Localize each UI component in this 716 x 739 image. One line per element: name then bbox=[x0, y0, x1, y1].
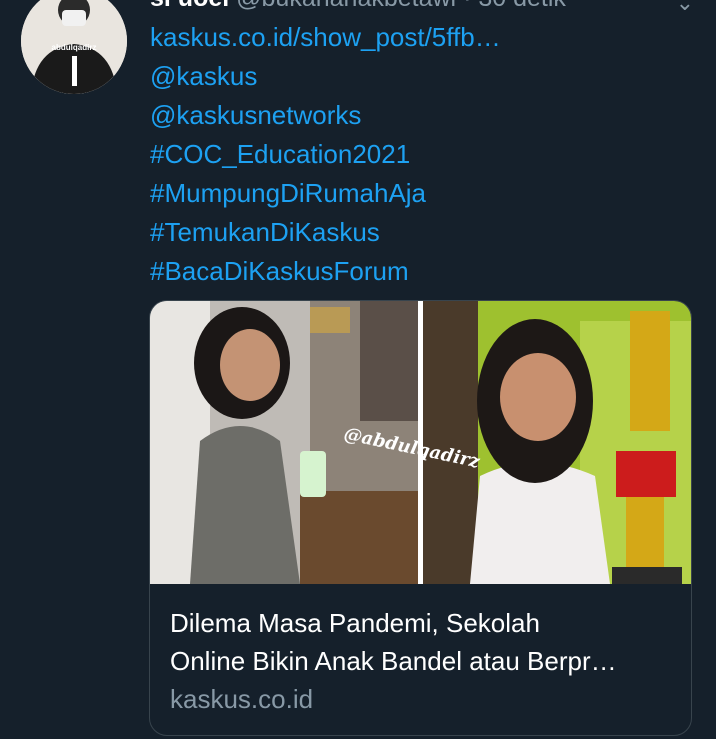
more-options-icon[interactable]: ⌄ bbox=[676, 0, 696, 16]
hashtag-temukan-di-kaskus[interactable]: #TemukanDiKaskus bbox=[150, 213, 501, 252]
hashtag-baca-di-kaskus-forum[interactable]: #BacaDiKaskusForum bbox=[150, 252, 501, 291]
card-domain: kaskus.co.id bbox=[170, 684, 314, 714]
avatar-illustration: abdulqadirz bbox=[21, 0, 127, 94]
author-name[interactable]: si uoel bbox=[150, 0, 229, 12]
tweet-text: kaskus.co.id/show_post/5ffb… @kaskus @ka… bbox=[150, 18, 501, 291]
card-title-line-2: Online Bikin Anak Bandel atau Berpr… bbox=[170, 646, 617, 676]
tweet-time[interactable]: 30 detik bbox=[478, 0, 566, 12]
mention-kaskus[interactable]: @kaskus bbox=[150, 57, 501, 96]
mention-kaskusnetworks[interactable]: @kaskusnetworks bbox=[150, 96, 501, 135]
post-link[interactable]: kaskus.co.id/show_post/5ffb… bbox=[150, 18, 501, 57]
author-avatar[interactable]: abdulqadirz bbox=[21, 0, 127, 94]
author-handle[interactable]: @bukananakbetawi bbox=[236, 0, 456, 12]
card-image[interactable]: @abdulqadirz bbox=[150, 301, 691, 584]
hashtag-mumpung-di-rumah-aja[interactable]: #MumpungDiRumahAja bbox=[150, 174, 501, 213]
hashtag-coc-education[interactable]: #COC_Education2021 bbox=[150, 135, 501, 174]
separator-dot: · bbox=[463, 0, 471, 12]
link-preview-card[interactable]: @abdulqadirz Dilema Masa Pandemi, Sekola… bbox=[149, 300, 692, 736]
card-photo-collage: @abdulqadirz bbox=[150, 301, 691, 584]
card-title-line-1: Dilema Masa Pandemi, Sekolah bbox=[170, 608, 540, 638]
card-title[interactable]: Dilema Masa Pandemi, Sekolah Online Biki… bbox=[170, 604, 675, 680]
tweet-header: si uoel @bukananakbetawi · 30 detik bbox=[150, 0, 566, 13]
avatar-text: abdulqadirz bbox=[52, 43, 97, 52]
